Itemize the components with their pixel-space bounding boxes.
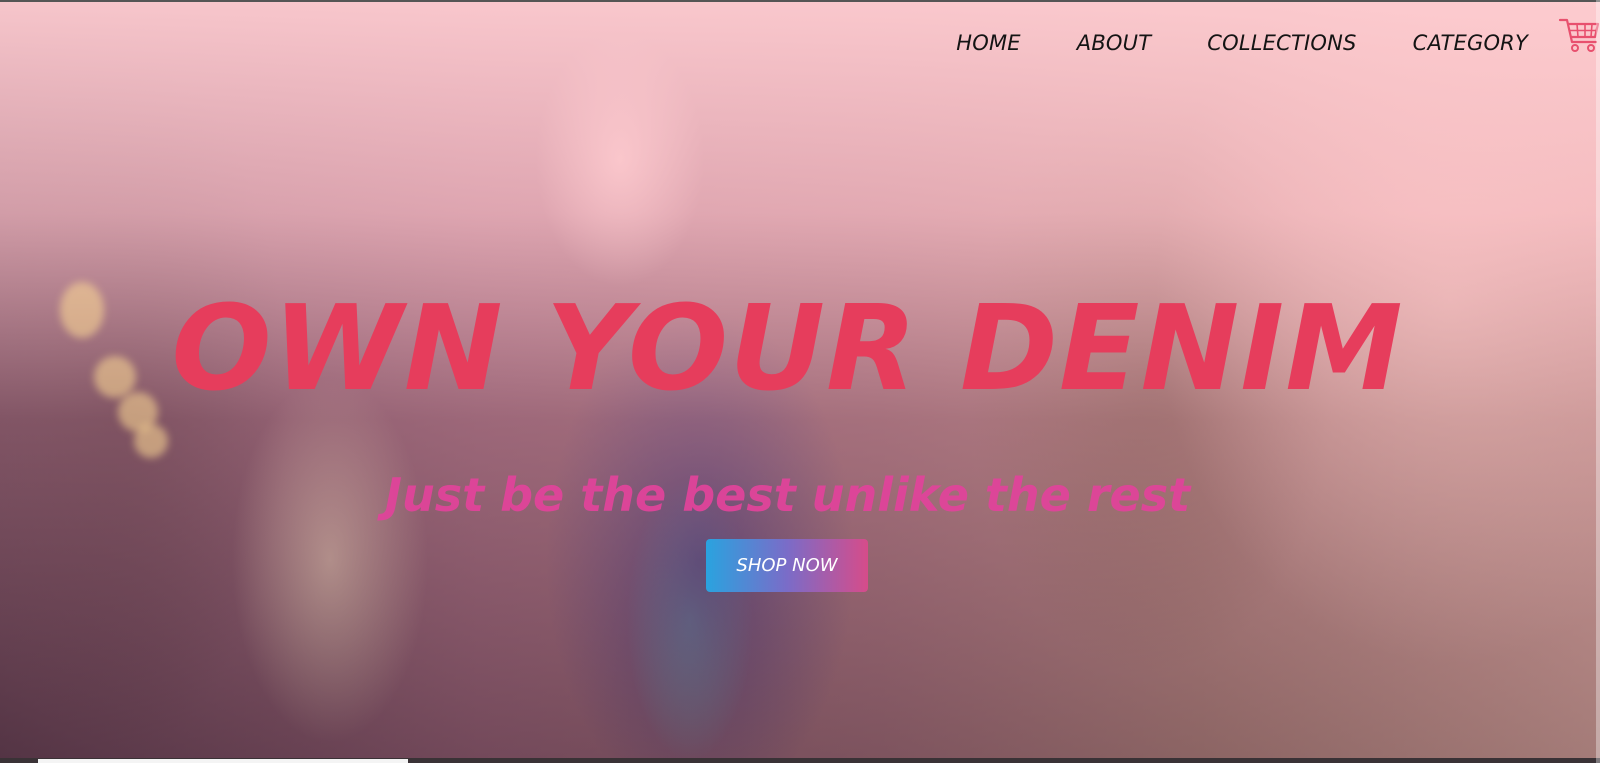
browser-top-border	[0, 0, 1600, 2]
nav-category[interactable]: CATEGORY	[1413, 31, 1528, 55]
main-nav: HOME ABOUT COLLECTIONS CATEGORY	[956, 31, 1528, 55]
next-section-peek	[38, 759, 408, 763]
hero-headline: OWN YOUR DENIM	[171, 279, 1404, 417]
nav-about[interactable]: ABOUT	[1077, 31, 1152, 55]
shopping-cart-icon[interactable]	[1558, 14, 1600, 56]
hero-tagline: Just be the best unlike the rest	[384, 468, 1191, 522]
bokeh-light	[134, 424, 168, 458]
nav-collections[interactable]: COLLECTIONS	[1207, 31, 1356, 55]
scrollbar[interactable]	[1596, 0, 1600, 763]
shop-now-button[interactable]: SHOP NOW	[706, 539, 868, 592]
hero-section: HOME ABOUT COLLECTIONS CATEGORY OWN YOUR…	[0, 0, 1600, 763]
nav-home[interactable]: HOME	[956, 31, 1021, 55]
